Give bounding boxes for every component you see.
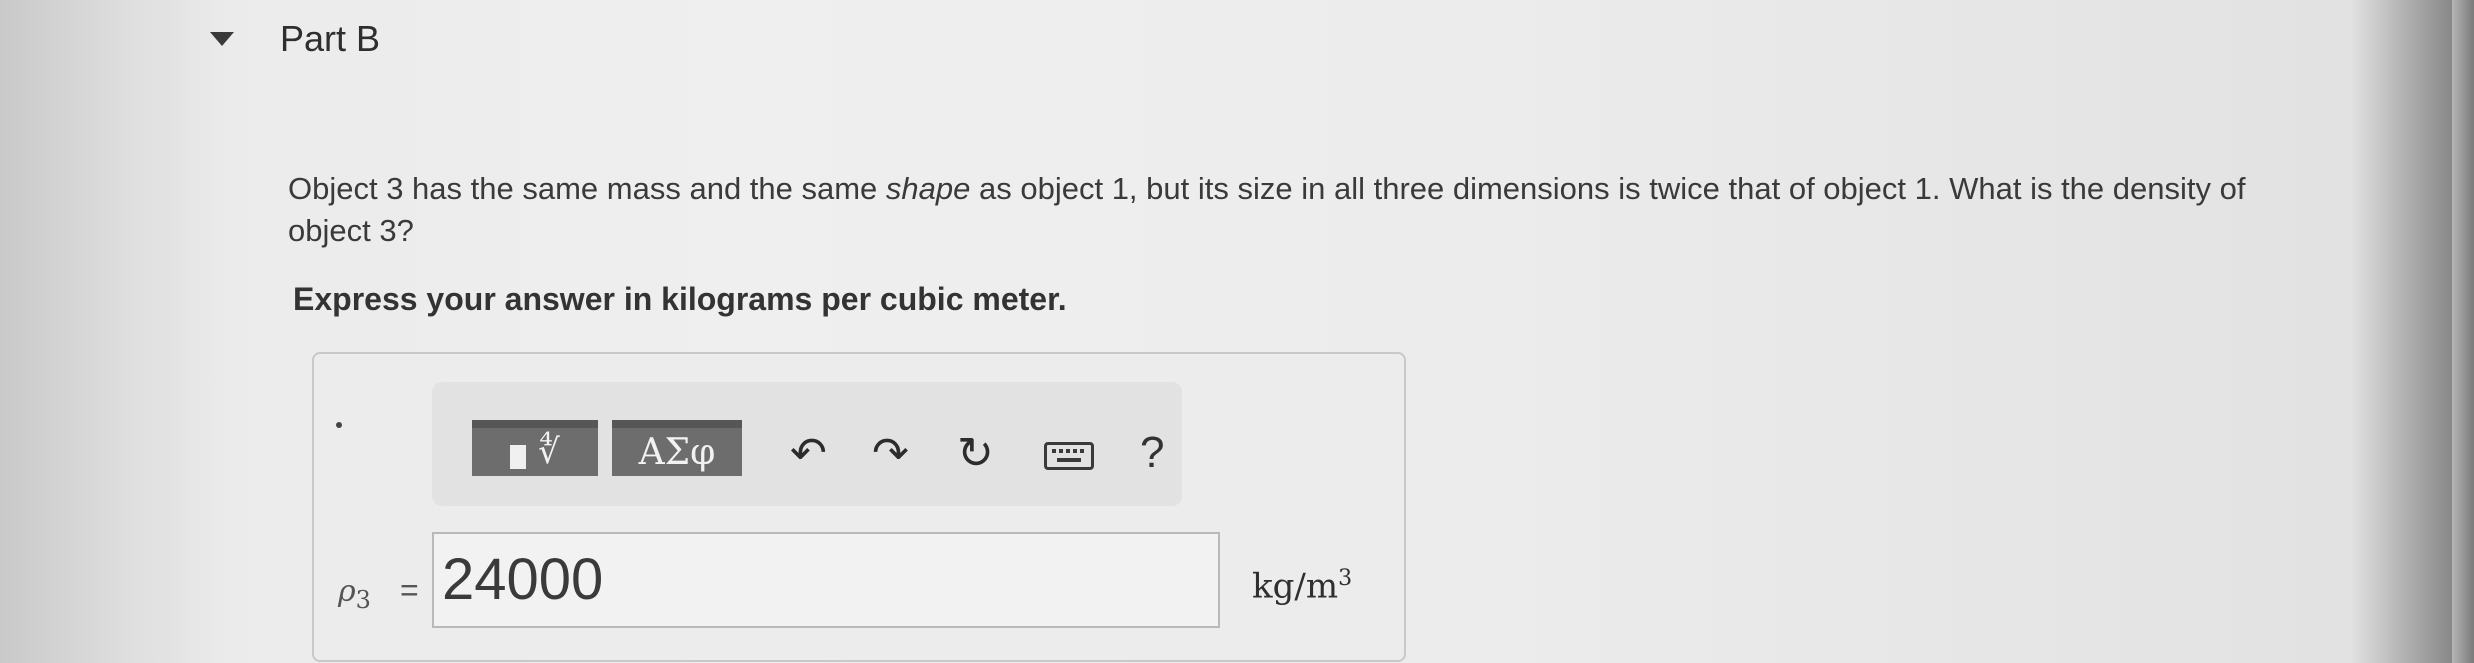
help-icon[interactable]: ? [1140, 428, 1164, 478]
redo-icon[interactable]: ↷ [872, 432, 909, 476]
templates-button[interactable]: ∜ [472, 420, 598, 476]
answer-panel: ∜ ΑΣφ ↶ ↷ ↻ ? ρ3 = 24000 kg/m3 [312, 352, 1406, 662]
math-toolbar: ∜ ΑΣφ ↶ ↷ ↻ ? [432, 382, 1182, 506]
background-shade [0, 0, 230, 663]
triangle-down-icon[interactable] [210, 32, 234, 46]
variable-label: ρ3 [338, 574, 371, 614]
focus-dot [336, 422, 342, 428]
undo-icon[interactable]: ↶ [790, 432, 827, 476]
keyboard-icon[interactable] [1044, 442, 1094, 470]
templates-square-icon [510, 445, 527, 469]
variable-subscript: 3 [355, 586, 371, 614]
unit-base: kg/m [1252, 566, 1339, 607]
background-edge [2452, 0, 2474, 663]
greek-symbols-button[interactable]: ΑΣφ [612, 420, 742, 476]
units-label: kg/m3 [1252, 566, 1352, 606]
answer-input[interactable]: 24000 [432, 532, 1220, 628]
question-emphasis: shape [885, 171, 971, 206]
unit-exponent: 3 [1338, 566, 1353, 591]
part-header[interactable]: Part B [210, 18, 380, 60]
variable-symbol: ρ [338, 574, 356, 609]
templates-icon: ∜ [538, 432, 560, 472]
question-text-start: Object 3 has the same mass and the same [288, 171, 886, 206]
answer-instruction: Express your answer in kilograms per cub… [293, 281, 1067, 317]
reset-icon[interactable]: ↻ [957, 432, 994, 476]
part-title: Part B [280, 18, 381, 59]
question-text: Object 3 has the same mass and the same … [288, 168, 2318, 252]
equals-sign: = [400, 572, 419, 608]
